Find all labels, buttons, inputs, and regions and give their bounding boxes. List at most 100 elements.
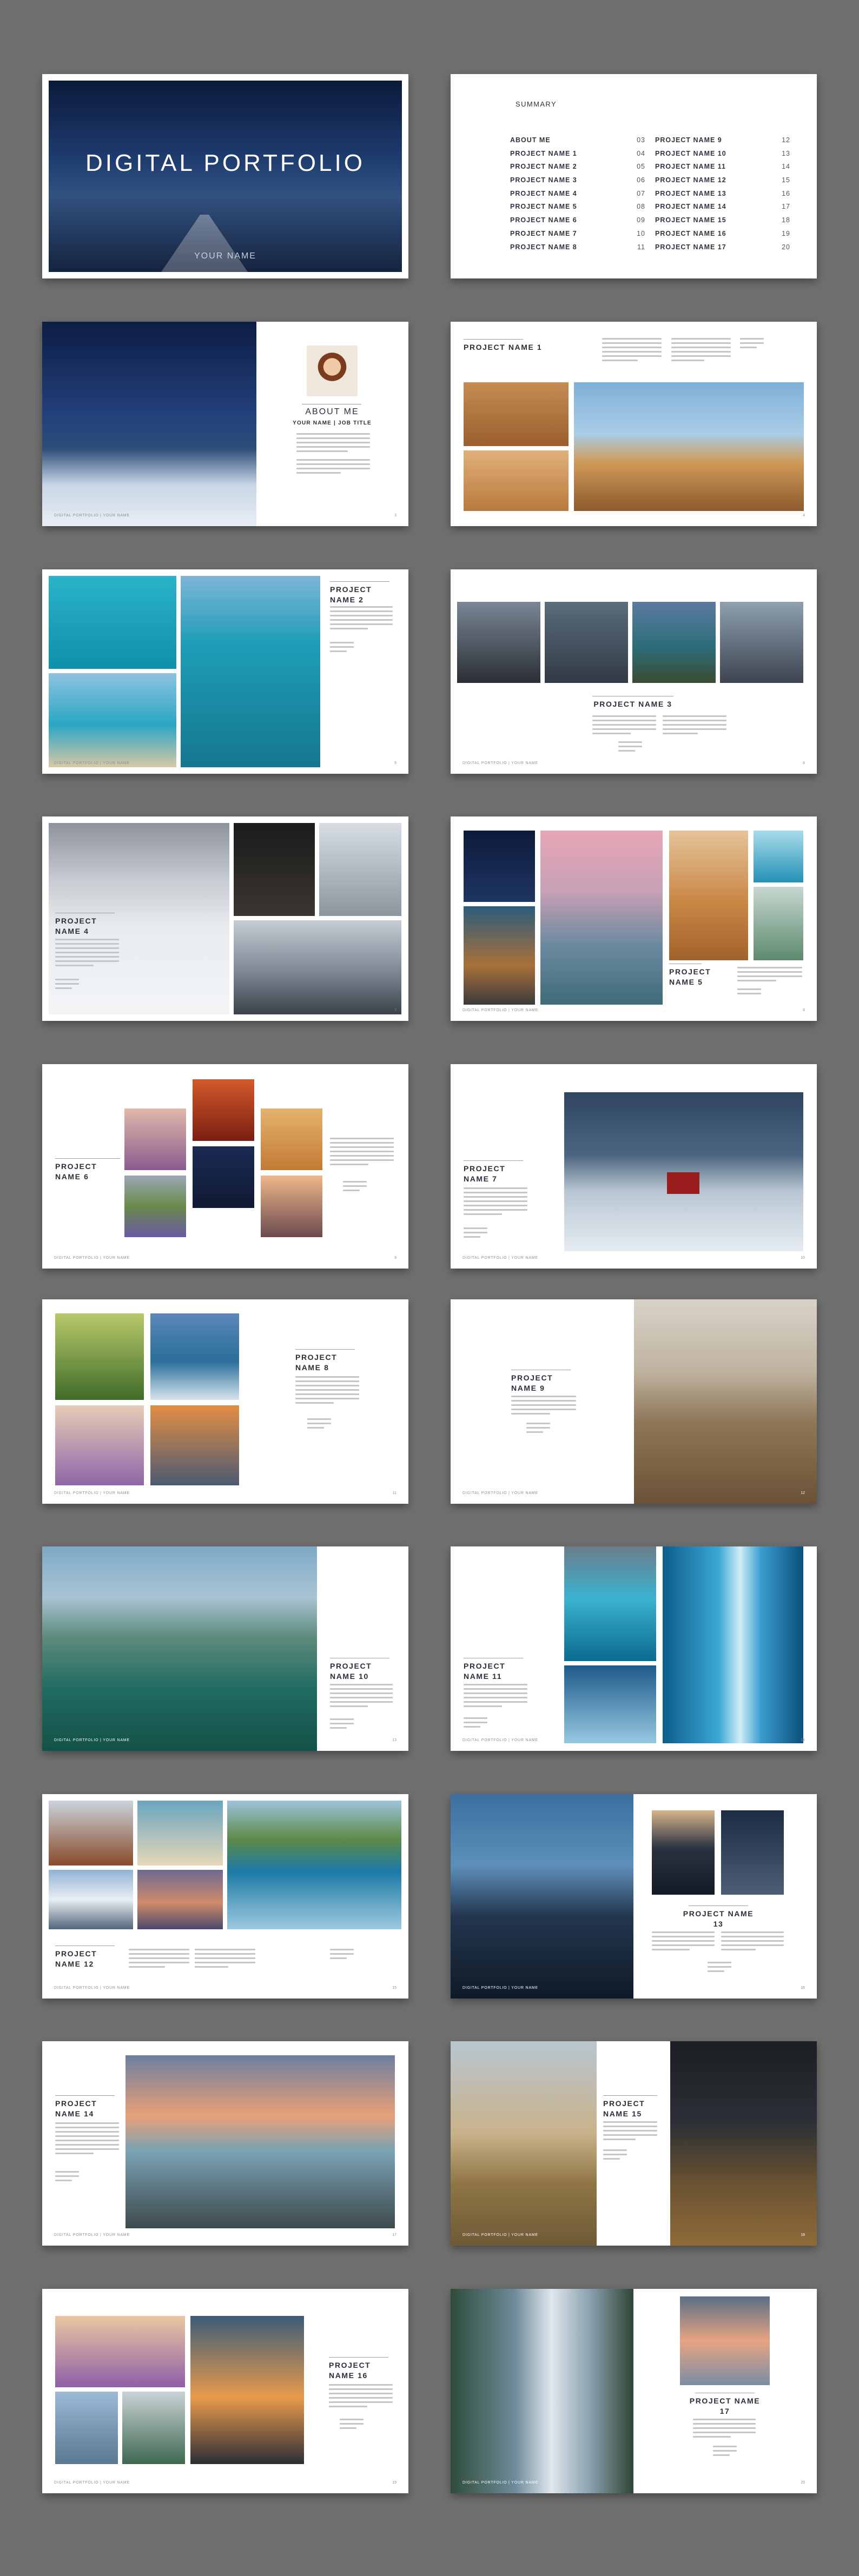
project-11-page: PROJECT NAME 11 DIGITAL PORTFOLIO | YOUR…: [451, 1546, 817, 1751]
summary-entry[interactable]: PROJECT NAME 6 09: [510, 214, 645, 227]
summary-entry[interactable]: PROJECT NAME 8 11: [510, 241, 645, 254]
project-credits: [464, 1717, 487, 1730]
summary-entry[interactable]: PROJECT NAME 16 19: [655, 227, 790, 241]
summary-heading: SUMMARY: [516, 100, 557, 108]
summary-entry[interactable]: PROJECT NAME 11 14: [655, 160, 790, 174]
red-mountains-photo: [49, 1801, 133, 1865]
divider: [464, 339, 523, 340]
page-footer: DIGITAL PORTFOLIO | YOUR NAME: [54, 2233, 130, 2237]
summary-page: SUMMARY ABOUT ME 03 PROJECT NAME 1 04 PROJ…: [451, 74, 817, 278]
page-footer: DIGITAL PORTFOLIO | YOUR NAME: [54, 1491, 130, 1495]
page-footer: DIGITAL PORTFOLIO | YOUR NAME: [462, 1256, 538, 1260]
page-footer: DIGITAL PORTFOLIO | YOUR NAME: [462, 2233, 538, 2237]
bridge-photo: [181, 576, 320, 767]
page-footer: DIGITAL PORTFOLIO | YOUR NAME: [54, 2481, 130, 2485]
red-canyon-photo: [193, 1079, 254, 1141]
project-10-page: PROJECT NAME 10 DIGITAL PORTFOLIO | YOUR…: [42, 1546, 408, 1751]
project-text: [602, 338, 662, 364]
summary-entry[interactable]: PROJECT NAME 15 18: [655, 214, 790, 227]
summary-entry[interactable]: PROJECT NAME 14 17: [655, 200, 790, 214]
mountain-photo: [545, 602, 628, 683]
project-text: [464, 1187, 527, 1218]
iceberg-photo: [754, 831, 803, 882]
page-number: 5: [394, 761, 397, 765]
project-2-page: PROJECT NAME 2 DIGITAL PORTFOLIO | YOUR …: [42, 569, 408, 774]
project-title: PROJECT NAME 7: [464, 1164, 506, 1183]
summary-entry[interactable]: PROJECT NAME 7 10: [510, 227, 645, 241]
cover-author: YOUR NAME: [194, 251, 256, 261]
summary-entry[interactable]: ABOUT ME 03: [510, 134, 645, 147]
project-title: PROJECT NAME 6: [55, 1162, 97, 1181]
project-text: [511, 1396, 576, 1417]
lavender-tree-photo: [124, 1108, 186, 1170]
project-12-page: PROJECT NAME 12 DIGITAL PORTFOLIO | YOUR…: [42, 1794, 408, 1999]
project-16-page: PROJECT NAME 16 DIGITAL PORTFOLIO | YOUR…: [42, 2289, 408, 2493]
dark-dunes-photo: [451, 1794, 633, 1999]
project-credits: [55, 979, 79, 992]
summary-entry[interactable]: PROJECT NAME 9 12: [655, 134, 790, 147]
night-forest-photo: [42, 322, 256, 526]
lake-sunset-photo: [680, 2296, 770, 2385]
project-credits: [55, 2171, 79, 2184]
summary-entry[interactable]: PROJECT NAME 10 13: [655, 147, 790, 161]
project-text: [330, 1684, 393, 1710]
alpine-lake-photo: [150, 1313, 239, 1400]
quad-bike-photo-1: [464, 382, 569, 446]
project-text: [652, 1931, 715, 1953]
elephant-photo: [451, 2041, 597, 2246]
summary-entry[interactable]: PROJECT NAME 2 05: [510, 160, 645, 174]
divider: [55, 1158, 120, 1159]
desert-dunes-photo: [669, 831, 748, 960]
cover-page: DIGITAL PORTFOLIO YOUR NAME: [42, 74, 408, 278]
project-4-page: PROJECT NAME 4 7: [42, 816, 408, 1021]
quad-bike-photo-3: [574, 382, 804, 511]
project-credits: [603, 2149, 627, 2162]
project-credits: [464, 1227, 487, 1240]
summary-entry[interactable]: PROJECT NAME 12 15: [655, 174, 790, 187]
dune-crest-photo-1: [652, 1810, 715, 1895]
page-footer: DIGITAL PORTFOLIO | YOUR NAME: [462, 761, 538, 765]
bay-boats-photo: [42, 1546, 317, 1751]
divider: [330, 581, 389, 582]
quad-bike-photo-2: [464, 450, 569, 511]
sunset-cliff-photo: [464, 906, 535, 1005]
waterfall-photo: [451, 2289, 633, 2493]
project-credits: [307, 1418, 331, 1431]
page-number: 16: [801, 1986, 805, 1990]
sea-stack-photo: [720, 602, 803, 683]
divider: [329, 2357, 388, 2358]
beach-aerial-photo: [137, 1801, 223, 1865]
summary-entry[interactable]: PROJECT NAME 17 20: [655, 241, 790, 254]
project-text: [693, 2419, 756, 2440]
pier-sunset-photo: [125, 2055, 395, 2228]
summary-entry[interactable]: PROJECT NAME 1 04: [510, 147, 645, 161]
about-subtitle: YOUR NAME | JOB TITLE: [293, 420, 372, 426]
project-text: [55, 2122, 119, 2157]
page-number: 17: [392, 2233, 397, 2237]
divider: [603, 2095, 657, 2096]
rocky-shore-photo: [457, 602, 540, 683]
page-number: 20: [801, 2481, 805, 2485]
project-text: [464, 1684, 527, 1710]
red-cabin-photo: [564, 1092, 803, 1251]
lavender-field-photo: [55, 1405, 144, 1485]
green-valley-photo: [754, 887, 803, 960]
page-number: 15: [392, 1986, 397, 1990]
lavender-rows-photo: [55, 2316, 185, 2387]
project-7-page: PROJECT NAME 7 DIGITAL PORTFOLIO | YOUR …: [451, 1064, 817, 1269]
divider: [55, 2095, 115, 2096]
page-footer: DIGITAL PORTFOLIO | YOUR NAME: [462, 1491, 538, 1495]
project-credits: [343, 1181, 367, 1194]
summary-entry[interactable]: PROJECT NAME 3 06: [510, 174, 645, 187]
project-6-page: PROJECT NAME 6 DIGITAL PORTFOLIO | YOUR …: [42, 1064, 408, 1269]
summary-entry[interactable]: PROJECT NAME 13 16: [655, 187, 790, 201]
summary-entry[interactable]: PROJECT NAME 4 07: [510, 187, 645, 201]
project-text: [592, 715, 656, 737]
project-credits: [618, 741, 642, 754]
summary-entry[interactable]: PROJECT NAME 5 08: [510, 200, 645, 214]
about-text: [296, 433, 370, 476]
deer-photo: [234, 823, 315, 916]
crater-lake-photo: [632, 602, 716, 683]
page-number: 8: [803, 1008, 805, 1012]
about-page: ABOUT ME YOUR NAME | JOB TITLE DIGITAL P…: [42, 322, 408, 526]
